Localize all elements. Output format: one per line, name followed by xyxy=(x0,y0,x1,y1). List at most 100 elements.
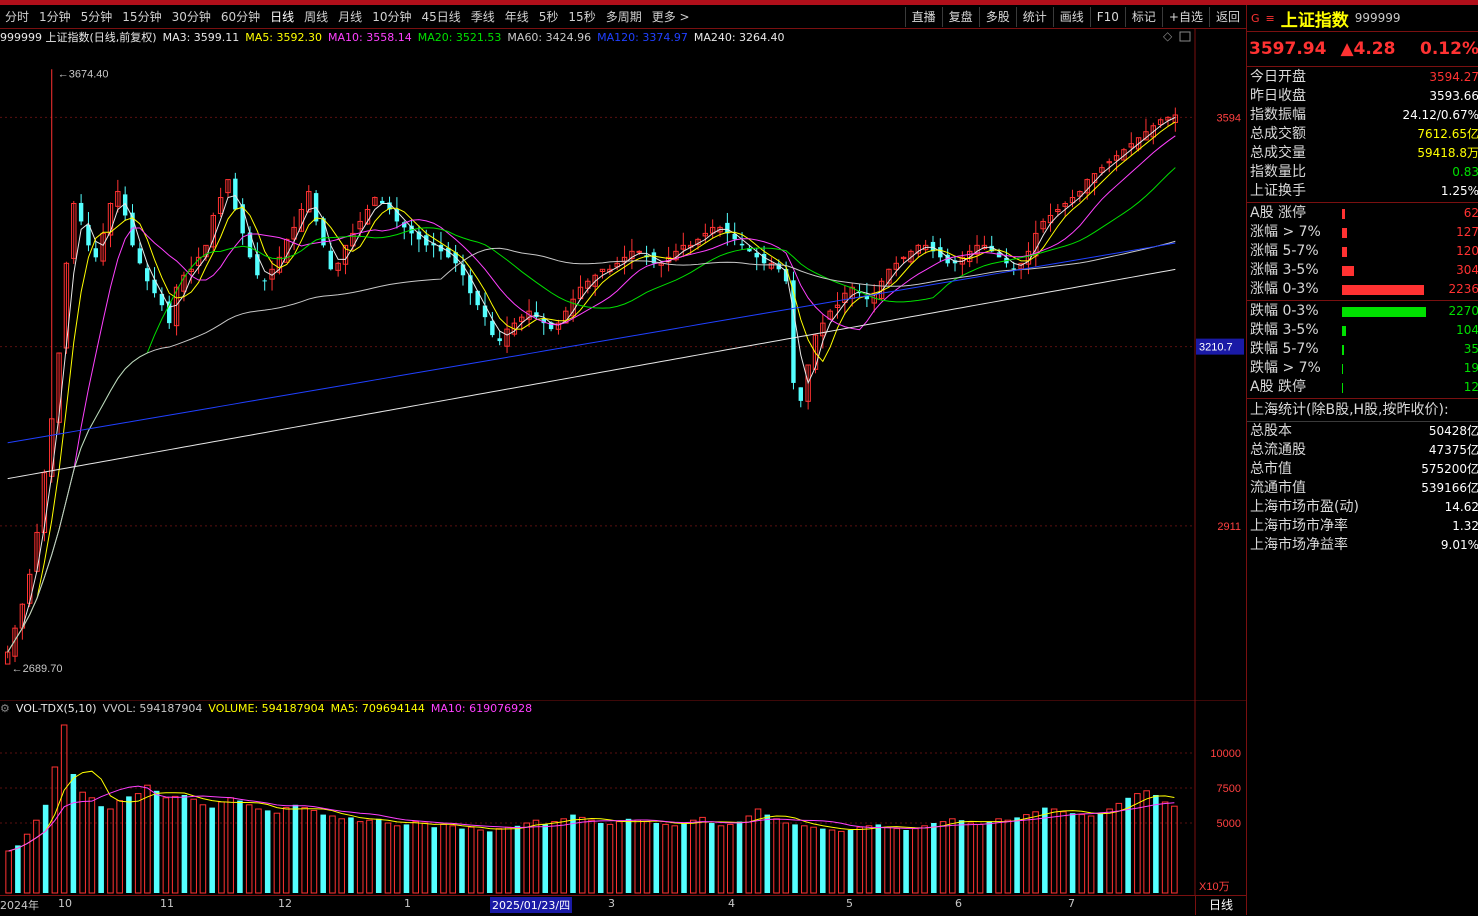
volume-bar xyxy=(542,824,549,893)
volume-bar xyxy=(51,766,59,894)
info-row: 跌幅 > 7% 19 xyxy=(1247,359,1478,378)
candle-body xyxy=(739,243,745,246)
breadth-bar xyxy=(1342,364,1343,374)
info-value: 62 xyxy=(1463,206,1478,220)
tool-button[interactable]: +自选 xyxy=(1161,7,1209,27)
period-tab[interactable]: 季线 xyxy=(466,7,500,27)
volume-bar xyxy=(245,804,253,894)
tool-button[interactable]: 多股 xyxy=(978,7,1016,27)
info-row: 涨幅 3-5% 304 xyxy=(1247,261,1478,280)
volume-bar xyxy=(98,806,104,893)
period-tab[interactable]: 5秒 xyxy=(534,7,564,27)
menu-icon[interactable]: ≡ xyxy=(1266,12,1275,25)
period-tab[interactable]: 15分钟 xyxy=(117,7,166,27)
info-row: 上海市场市盈(动) 14.62 xyxy=(1247,498,1478,517)
info-label: 今日开盘 xyxy=(1250,69,1306,85)
tool-button[interactable]: 标记 xyxy=(1124,7,1162,27)
ma5-line xyxy=(7,121,1176,653)
info-value: 304 xyxy=(1456,263,1478,277)
period-tab[interactable]: 年线 xyxy=(500,7,534,27)
period-tab[interactable]: 月线 xyxy=(333,7,367,27)
period-tab[interactable]: 周线 xyxy=(299,7,333,27)
volume-bar xyxy=(504,826,512,894)
candlestick-chart[interactable]: 3594 3210.7 2911 ←3674.40 ←2689.70 ◇ xyxy=(0,28,1246,700)
volume-bar xyxy=(717,825,725,894)
volume-bar xyxy=(921,825,928,894)
volume-bar xyxy=(1161,801,1169,894)
volume-bar xyxy=(33,819,40,894)
volume-bar xyxy=(5,850,12,894)
info-label: 跌幅 > 7% xyxy=(1250,360,1321,376)
period-tab[interactable]: 1分钟 xyxy=(34,7,76,27)
volume-bar xyxy=(190,798,197,894)
volume-bar xyxy=(1023,814,1030,894)
volume-bar xyxy=(736,821,743,893)
candle-body xyxy=(475,290,480,306)
info-row: 涨幅 0-3% 2236 xyxy=(1247,280,1478,299)
volume-bar xyxy=(560,818,568,894)
volume-bar xyxy=(782,822,790,894)
period-tab[interactable]: 多周期 xyxy=(601,7,647,27)
volume-bar xyxy=(884,826,891,894)
tool-button[interactable]: 画线 xyxy=(1052,7,1090,27)
x-axis-period[interactable]: 日线 xyxy=(1195,896,1246,915)
info-value: 19 xyxy=(1463,361,1478,375)
info-value: 3594.27 xyxy=(1429,70,1478,84)
breadth-bar xyxy=(1342,383,1343,393)
volume-bar xyxy=(255,808,262,894)
info-value: 7612.65亿 xyxy=(1417,127,1478,141)
period-tab[interactable]: 60分钟 xyxy=(216,7,265,27)
candle-body xyxy=(137,248,143,264)
tool-button[interactable]: 返回 xyxy=(1208,7,1246,27)
info-value: 12 xyxy=(1463,380,1478,394)
info-value: 1.32 xyxy=(1452,519,1478,533)
volume-bar xyxy=(523,822,531,894)
group-icon[interactable]: G xyxy=(1251,12,1260,25)
info-label: 涨幅 0-3% xyxy=(1250,281,1319,297)
ma3-line xyxy=(7,116,1176,653)
advance-breadth: A股 涨停 62 涨幅 > 7% 127 涨幅 5-7% 120 涨幅 3-5% 304 涨幅 … xyxy=(1247,203,1478,301)
period-tab[interactable]: 更多 > xyxy=(647,7,695,27)
volume-bar xyxy=(431,827,437,893)
tool-button[interactable]: 直播 xyxy=(904,7,942,27)
period-tab[interactable]: 45日线 xyxy=(416,7,465,27)
tool-button[interactable]: F10 xyxy=(1089,7,1125,27)
info-row: 上证换手 1.25% xyxy=(1247,182,1478,201)
tool-button[interactable]: 统计 xyxy=(1015,7,1053,27)
security-code: 999999 xyxy=(1354,11,1401,25)
breadth-bar xyxy=(1342,326,1346,336)
price-change: ▲4.28 xyxy=(1340,39,1396,59)
period-tab[interactable]: 15秒 xyxy=(563,7,600,27)
x-axis-label: 2024年 xyxy=(0,899,39,912)
volume-bar xyxy=(727,823,734,894)
volume-bar xyxy=(237,800,243,893)
ma10-line xyxy=(7,135,1176,653)
x-axis-label: 12 xyxy=(278,897,292,910)
x-axis-label: 7 xyxy=(1068,897,1075,910)
period-tab[interactable]: 5分钟 xyxy=(76,7,118,27)
period-tab[interactable]: 10分钟 xyxy=(367,7,416,27)
volume-bar xyxy=(144,784,151,894)
period-tab[interactable]: 30分钟 xyxy=(167,7,216,27)
breadth-bar xyxy=(1342,266,1354,276)
price-tick-label: 3594 xyxy=(1217,112,1241,124)
volume-bar xyxy=(227,797,234,894)
info-value: 47375亿 xyxy=(1428,443,1478,457)
volume-bar xyxy=(1032,811,1039,894)
info-label: 涨幅 > 7% xyxy=(1250,224,1321,240)
info-row: A股 跌停 12 xyxy=(1247,378,1478,397)
period-tab[interactable]: 日线 xyxy=(265,7,299,27)
volume-bar xyxy=(764,814,771,893)
breadth-bar xyxy=(1342,247,1347,257)
info-value: 1.25% xyxy=(1440,184,1478,198)
ma60-line xyxy=(7,240,1176,653)
volume-chart[interactable]: 10000 7500 5000 X10万 xyxy=(0,700,1246,895)
volume-bar xyxy=(773,818,780,894)
volume-bar xyxy=(1125,797,1131,893)
volume-bar xyxy=(801,825,808,894)
info-label: 总成交量 xyxy=(1250,145,1306,161)
volume-bar xyxy=(403,824,410,893)
tool-button[interactable]: 复盘 xyxy=(941,7,979,27)
period-tab[interactable]: 分时 xyxy=(0,7,34,27)
volume-bar xyxy=(1087,815,1095,894)
